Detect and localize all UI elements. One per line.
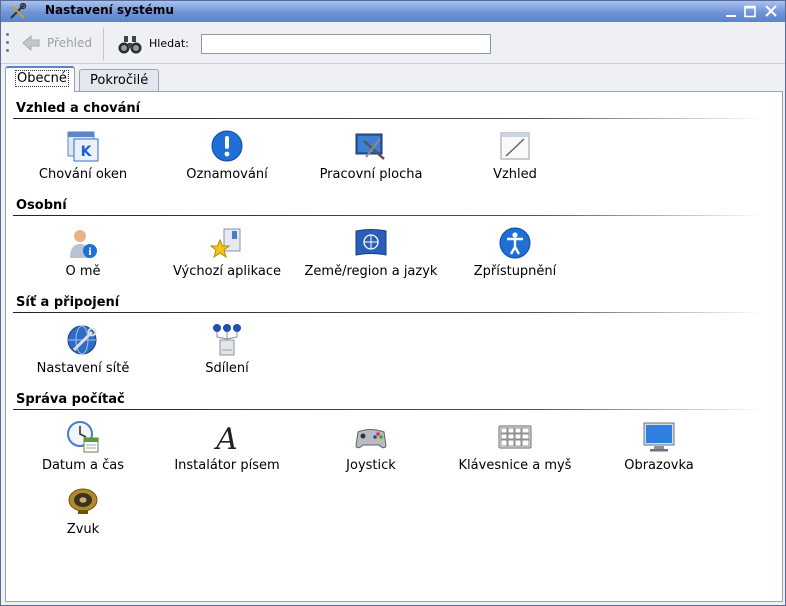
window-behavior-icon: K xyxy=(67,131,99,162)
module-label: Oznamování xyxy=(186,167,268,182)
module-display[interactable]: Obrazovka xyxy=(589,420,729,473)
module-window-behavior[interactable]: K Chování oken xyxy=(13,129,153,182)
network-globe-icon xyxy=(67,325,97,355)
overview-back-button[interactable]: Přehled xyxy=(21,32,92,54)
module-label: Pracovní plocha xyxy=(319,167,423,182)
module-label: Sdílení xyxy=(205,361,249,376)
title-bar[interactable]: Nastavení systému xyxy=(1,1,785,22)
tools-icon[interactable] xyxy=(9,3,27,20)
module-label: Datum a čas xyxy=(41,458,125,473)
settings-panel: Vzhled a chování K Chování oken Oznamová… xyxy=(5,91,783,602)
module-accessibility[interactable]: Zpřístupnění xyxy=(445,226,585,279)
section-divider xyxy=(13,409,763,410)
keyboard-icon xyxy=(498,425,532,449)
section-title-network: Síť a připojení xyxy=(16,295,120,310)
maximize-icon[interactable] xyxy=(742,4,758,19)
module-joystick[interactable]: Joystick xyxy=(301,420,441,473)
module-label: Joystick xyxy=(346,458,396,473)
module-default-apps[interactable]: Výchozí aplikace xyxy=(157,226,297,279)
module-network-settings[interactable]: Nastavení sítě xyxy=(13,323,153,376)
section-divider xyxy=(13,215,763,216)
notification-icon xyxy=(211,130,243,162)
module-appearance[interactable]: Vzhled xyxy=(445,129,585,182)
default-apps-icon xyxy=(210,228,241,259)
desktop-icon xyxy=(355,133,385,160)
module-label: Země/region a jazyk xyxy=(304,264,438,279)
section-title-personal: Osobní xyxy=(16,198,67,213)
toolbar-separator xyxy=(103,28,104,60)
module-notifications[interactable]: Oznamování xyxy=(157,129,297,182)
module-label: Vzhled xyxy=(493,167,537,182)
section-divider xyxy=(13,312,763,313)
tab-general-label: Obecné xyxy=(15,70,69,87)
tab-general[interactable]: Obecné xyxy=(5,66,75,92)
gamepad-icon xyxy=(355,429,387,449)
close-icon[interactable] xyxy=(763,4,779,19)
window-title: Nastavení systému xyxy=(45,3,174,17)
module-label: Obrazovka xyxy=(624,458,694,473)
module-about-me[interactable]: i O mě xyxy=(13,226,153,279)
font-icon: A xyxy=(213,422,238,454)
sharing-icon xyxy=(213,324,241,356)
clock-calendar-icon xyxy=(67,421,99,453)
section-title-computer-admin: Správa počítač xyxy=(16,392,125,407)
module-label: Výchozí aplikace xyxy=(173,264,281,279)
module-label: Nastavení sítě xyxy=(36,361,130,376)
module-keyboard-mouse[interactable]: Klávesnice a myš xyxy=(445,420,585,473)
svg-text:K: K xyxy=(81,144,93,160)
overview-label: Přehled xyxy=(47,36,93,50)
search-input[interactable] xyxy=(201,34,491,54)
section-divider xyxy=(13,118,763,119)
tab-advanced[interactable]: Pokročilé xyxy=(79,69,159,91)
module-region-language[interactable]: Země/region a jazyk xyxy=(301,226,441,279)
minimize-icon[interactable] xyxy=(723,4,739,19)
module-label: Klávesnice a myš xyxy=(458,458,572,473)
module-label: Zvuk xyxy=(66,522,100,537)
module-label: Zpřístupnění xyxy=(473,264,557,279)
module-sound[interactable]: Zvuk xyxy=(13,484,153,537)
toolbar-grip[interactable] xyxy=(6,33,10,55)
tab-advanced-label: Pokročilé xyxy=(90,73,149,88)
system-settings-window: Nastavení systému Přehled Hledat: Obecné… xyxy=(0,0,786,606)
svg-text:i: i xyxy=(88,247,91,258)
toolbar: Přehled Hledat: xyxy=(1,22,785,64)
module-date-time[interactable]: Datum a čas xyxy=(13,420,153,473)
monitor-icon xyxy=(643,422,675,452)
user-info-icon: i xyxy=(70,230,97,258)
module-desktop[interactable]: Pracovní plocha xyxy=(301,129,441,182)
appearance-icon xyxy=(500,132,530,160)
un-flag-icon xyxy=(355,229,387,256)
speaker-icon xyxy=(68,488,98,514)
module-sharing[interactable]: Sdílení xyxy=(157,323,297,376)
search-label: Hledat: xyxy=(149,37,189,50)
module-label: Instalátor písem xyxy=(174,458,280,473)
module-label: Chování oken xyxy=(38,167,128,182)
back-arrow-icon xyxy=(22,34,40,52)
section-title-appearance: Vzhled a chování xyxy=(16,101,141,116)
module-label: O mě xyxy=(65,264,101,279)
accessibility-icon xyxy=(499,227,531,259)
module-font-installer[interactable]: A Instalátor písem xyxy=(157,420,297,473)
binoculars-icon xyxy=(118,36,142,54)
svg-text:A: A xyxy=(213,422,238,454)
